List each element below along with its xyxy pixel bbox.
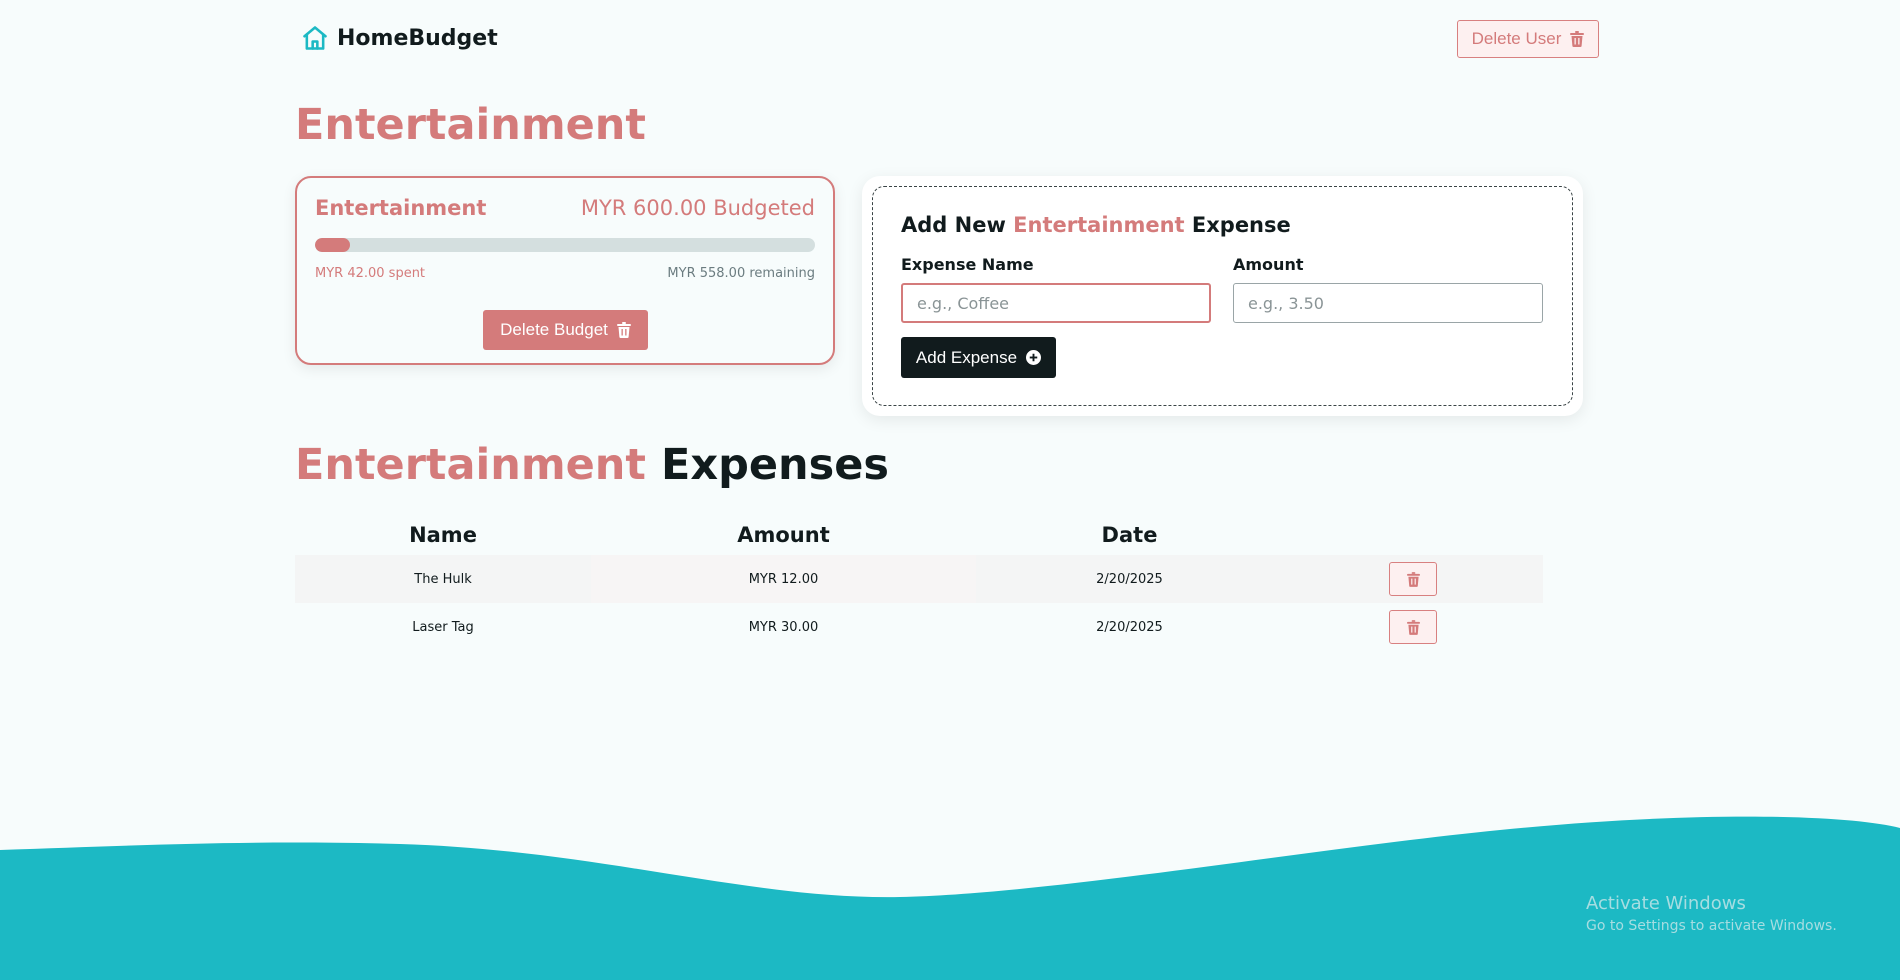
page-title: Entertainment	[295, 100, 646, 150]
expenses-title-suffix: Expenses	[660, 440, 889, 490]
column-header-amount: Amount	[737, 523, 830, 547]
footer-wave	[0, 816, 1900, 980]
delete-expense-button[interactable]	[1389, 562, 1437, 596]
expense-date-cell: 2/20/2025	[976, 555, 1283, 603]
amount-input[interactable]	[1233, 283, 1543, 323]
budget-progress-fill	[315, 238, 350, 252]
home-icon	[303, 26, 327, 50]
expense-amount-cell: MYR 12.00	[591, 555, 976, 603]
windows-activation-watermark: Activate Windows Go to Settings to activ…	[1586, 893, 1837, 934]
add-expense-button[interactable]: Add Expense	[901, 337, 1056, 378]
trash-icon	[1406, 619, 1420, 635]
app-logo[interactable]: HomeBudget	[301, 24, 498, 52]
form-title-suffix: Expense	[1191, 213, 1291, 237]
table-row: Laser Tag MYR 30.00 2/20/2025	[295, 603, 1543, 651]
plus-circle-icon	[1026, 350, 1042, 365]
column-header-actions	[1283, 515, 1543, 555]
expense-name-label: Expense Name	[901, 255, 1034, 274]
watermark-title: Activate Windows	[1586, 893, 1746, 914]
expense-name-cell: The Hulk	[295, 555, 591, 603]
expenses-table: Name Amount Date The Hulk MYR 12.00 2/20…	[295, 515, 1543, 651]
delete-budget-button[interactable]: Delete Budget	[483, 310, 648, 350]
budget-card: Entertainment MYR 600.00 Budgeted MYR 42…	[295, 176, 835, 365]
budget-spent: MYR 42.00 spent	[315, 266, 426, 281]
add-expense-label: Add Expense	[915, 347, 1018, 367]
expense-actions-cell	[1283, 555, 1543, 603]
expense-name-cell: Laser Tag	[412, 619, 474, 635]
table-header-row: Name Amount Date	[295, 515, 1543, 555]
form-title: Add New Entertainment Expense	[901, 213, 1291, 237]
expense-name-input[interactable]	[901, 283, 1211, 323]
expense-amount-cell: MYR 30.00	[748, 619, 819, 635]
trash-icon	[616, 322, 631, 338]
trash-icon	[1570, 31, 1585, 47]
delete-expense-button[interactable]	[1389, 610, 1437, 644]
delete-user-label: Delete User	[1471, 29, 1562, 48]
form-title-prefix: Add New	[901, 213, 1006, 237]
budget-name: Entertainment	[315, 196, 487, 220]
budget-progress-bar	[315, 238, 815, 252]
budget-amount: MYR 600.00 Budgeted	[580, 196, 815, 220]
app-name: HomeBudget	[337, 25, 498, 51]
expense-actions-cell	[1283, 603, 1543, 651]
delete-budget-label: Delete Budget	[500, 320, 608, 339]
expenses-title: Entertainment Expenses	[295, 440, 889, 490]
watermark-subtitle: Go to Settings to activate Windows.	[1586, 918, 1837, 934]
table-row: The Hulk MYR 12.00 2/20/2025	[295, 555, 1543, 603]
add-expense-form: Add New Entertainment Expense Expense Na…	[872, 186, 1573, 406]
expense-date-cell: 2/20/2025	[1096, 619, 1163, 635]
add-expense-card: Add New Entertainment Expense Expense Na…	[862, 176, 1583, 416]
budget-remaining: MYR 558.00 remaining	[667, 266, 815, 281]
column-header-date: Date	[1101, 523, 1158, 547]
column-header-name: Name	[409, 523, 477, 547]
trash-icon	[1406, 571, 1420, 587]
amount-label: Amount	[1233, 255, 1304, 274]
delete-user-button[interactable]: Delete User	[1457, 20, 1599, 58]
expenses-title-category: Entertainment	[295, 440, 646, 490]
form-title-category: Entertainment	[1013, 213, 1185, 237]
